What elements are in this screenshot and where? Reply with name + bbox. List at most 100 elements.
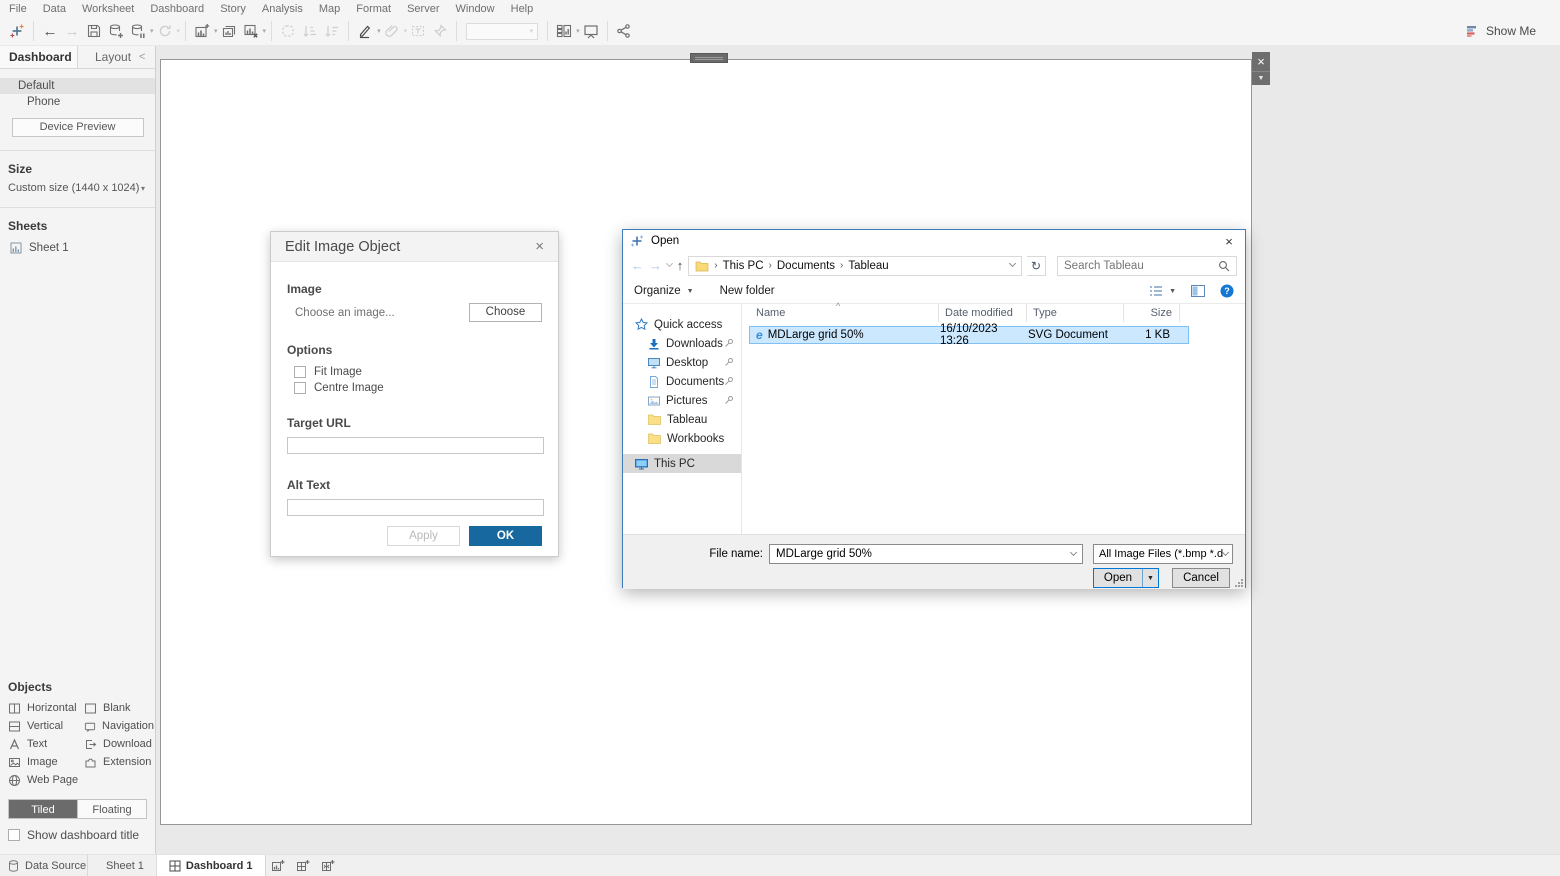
redo-button[interactable]: → — [61, 19, 83, 43]
object-extension[interactable]: Extension — [84, 753, 154, 771]
show-me-button[interactable]: Show Me — [1466, 24, 1554, 38]
nav-downloads[interactable]: Downloads — [623, 334, 741, 353]
nav-workbooks-folder[interactable]: Workbooks — [623, 429, 741, 448]
column-header-date-modified[interactable]: Date modified — [939, 304, 1027, 322]
object-drag-handle[interactable] — [690, 53, 728, 63]
nav-pictures[interactable]: Pictures — [623, 391, 741, 410]
new-data-source-button[interactable] — [105, 19, 127, 43]
apply-button[interactable]: Apply — [387, 526, 460, 546]
data-source-tab[interactable]: Data Source — [0, 855, 88, 876]
size-dropdown[interactable]: Custom size (1440 x 1024) ▾ — [0, 181, 155, 194]
crumb-tableau[interactable]: Tableau — [848, 260, 888, 272]
centre-image-checkbox[interactable] — [294, 382, 306, 394]
nav-desktop[interactable]: Desktop — [623, 353, 741, 372]
organize-button[interactable]: Organize ▼ — [634, 285, 694, 297]
menu-help[interactable]: Help — [511, 3, 534, 15]
menu-format[interactable]: Format — [356, 3, 391, 15]
ok-button[interactable]: OK — [469, 526, 542, 546]
run-auto-updates-button[interactable] — [154, 19, 176, 43]
menu-map[interactable]: Map — [319, 3, 340, 15]
object-more-options-button[interactable]: ▼ — [1252, 71, 1270, 85]
preview-pane-button[interactable] — [1191, 285, 1205, 297]
sort-descending-button[interactable] — [321, 19, 343, 43]
show-dashboard-title-checkbox[interactable] — [8, 829, 20, 841]
address-dropdown-icon[interactable] — [1009, 260, 1016, 267]
floating-button[interactable]: Floating — [77, 800, 146, 818]
object-download[interactable]: Download — [84, 735, 154, 753]
show-hide-cards-button[interactable] — [553, 19, 575, 43]
save-button[interactable] — [83, 19, 105, 43]
object-image[interactable]: Image — [8, 753, 84, 771]
device-preview-button[interactable]: Device Preview — [12, 118, 144, 137]
open-button[interactable]: Open — [1094, 569, 1143, 587]
remove-object-button[interactable]: × — [1252, 52, 1270, 71]
sort-ascending-button[interactable] — [299, 19, 321, 43]
collapse-pane-icon[interactable]: < — [139, 46, 155, 68]
pause-auto-updates-button[interactable] — [127, 19, 149, 43]
alt-text-input[interactable] — [287, 499, 544, 516]
forward-icon[interactable]: → — [649, 259, 662, 272]
object-blank[interactable]: Blank — [84, 699, 154, 717]
crumb-this-pc[interactable]: This PC — [723, 260, 764, 272]
column-header-size[interactable]: Size — [1124, 304, 1180, 322]
recent-locations-icon[interactable] — [666, 260, 673, 267]
new-folder-button[interactable]: New folder — [720, 285, 775, 297]
nav-quick-access[interactable]: Quick access — [623, 315, 741, 334]
up-icon[interactable]: ↑ — [677, 259, 684, 272]
tiled-button[interactable]: Tiled — [9, 800, 77, 818]
column-header-type[interactable]: Type — [1027, 304, 1124, 322]
menu-story[interactable]: Story — [220, 3, 246, 15]
file-type-combo[interactable]: All Image Files (*.bmp *.dib *.er — [1093, 544, 1233, 564]
menu-worksheet[interactable]: Worksheet — [82, 3, 134, 15]
menu-window[interactable]: Window — [456, 3, 495, 15]
menu-file[interactable]: File — [9, 3, 27, 15]
open-split-dropdown-icon[interactable]: ▼ — [1143, 569, 1158, 587]
object-navigation[interactable]: Navigation — [84, 717, 154, 735]
column-header-name[interactable]: Name ^ — [742, 304, 939, 322]
object-text[interactable]: Text — [8, 735, 84, 753]
menu-analysis[interactable]: Analysis — [262, 3, 303, 15]
dashboard1-tab[interactable]: Dashboard 1 — [157, 855, 266, 876]
open-dialog-close-icon[interactable]: × — [1213, 234, 1245, 249]
tab-layout[interactable]: Layout — [78, 46, 139, 68]
tab-dashboard[interactable]: Dashboard — [0, 46, 78, 68]
help-button[interactable]: ? — [1220, 284, 1234, 298]
nav-this-pc[interactable]: This PC — [623, 454, 741, 473]
undo-button[interactable]: ← — [39, 19, 61, 43]
change-view-button[interactable]: ▼ — [1149, 285, 1176, 297]
file-row-selected[interactable]: e MDLarge grid 50% 16/10/2023 13:26 SVG … — [749, 326, 1189, 344]
dialog-close-icon[interactable]: × — [535, 239, 544, 254]
presentation-mode-button[interactable] — [580, 19, 602, 43]
clear-sheet-button[interactable] — [240, 19, 262, 43]
new-dashboard-tab-button[interactable] — [291, 855, 316, 876]
object-horizontal[interactable]: Horizontal — [8, 699, 84, 717]
menu-server[interactable]: Server — [407, 3, 439, 15]
nav-tableau-folder[interactable]: Tableau — [623, 410, 741, 429]
device-item-phone[interactable]: Phone — [0, 94, 155, 110]
resize-grip[interactable] — [1235, 579, 1243, 587]
device-item-default[interactable]: Default — [0, 78, 155, 94]
sheet-list-item-sheet1[interactable]: Sheet 1 — [0, 238, 155, 254]
refresh-button[interactable]: ↻ — [1027, 256, 1046, 276]
file-name-dropdown-icon[interactable] — [1070, 548, 1077, 555]
highlight-button[interactable] — [354, 19, 376, 43]
choose-button[interactable]: Choose — [469, 303, 542, 322]
share-button[interactable] — [613, 19, 635, 43]
object-vertical[interactable]: Vertical — [8, 717, 84, 735]
format-copy-button[interactable] — [381, 19, 403, 43]
file-name-input[interactable] — [776, 548, 1071, 560]
text-object-button[interactable] — [407, 19, 429, 43]
back-icon[interactable]: ← — [631, 259, 644, 272]
new-story-tab-button[interactable] — [316, 855, 341, 876]
new-worksheet-button[interactable] — [191, 19, 213, 43]
cancel-button[interactable]: Cancel — [1172, 568, 1230, 588]
search-input[interactable] — [1064, 260, 1218, 272]
run-auto-updates-caret[interactable]: ▾ — [177, 27, 181, 35]
menu-data[interactable]: Data — [43, 3, 66, 15]
group-members-button[interactable] — [277, 19, 299, 43]
fit-image-checkbox[interactable] — [294, 366, 306, 378]
target-url-input[interactable] — [287, 437, 544, 454]
object-web-page[interactable]: Web Page — [8, 771, 84, 789]
breadcrumb[interactable]: › This PC › Documents › Tableau — [688, 256, 1022, 276]
nav-documents[interactable]: Documents — [623, 372, 741, 391]
